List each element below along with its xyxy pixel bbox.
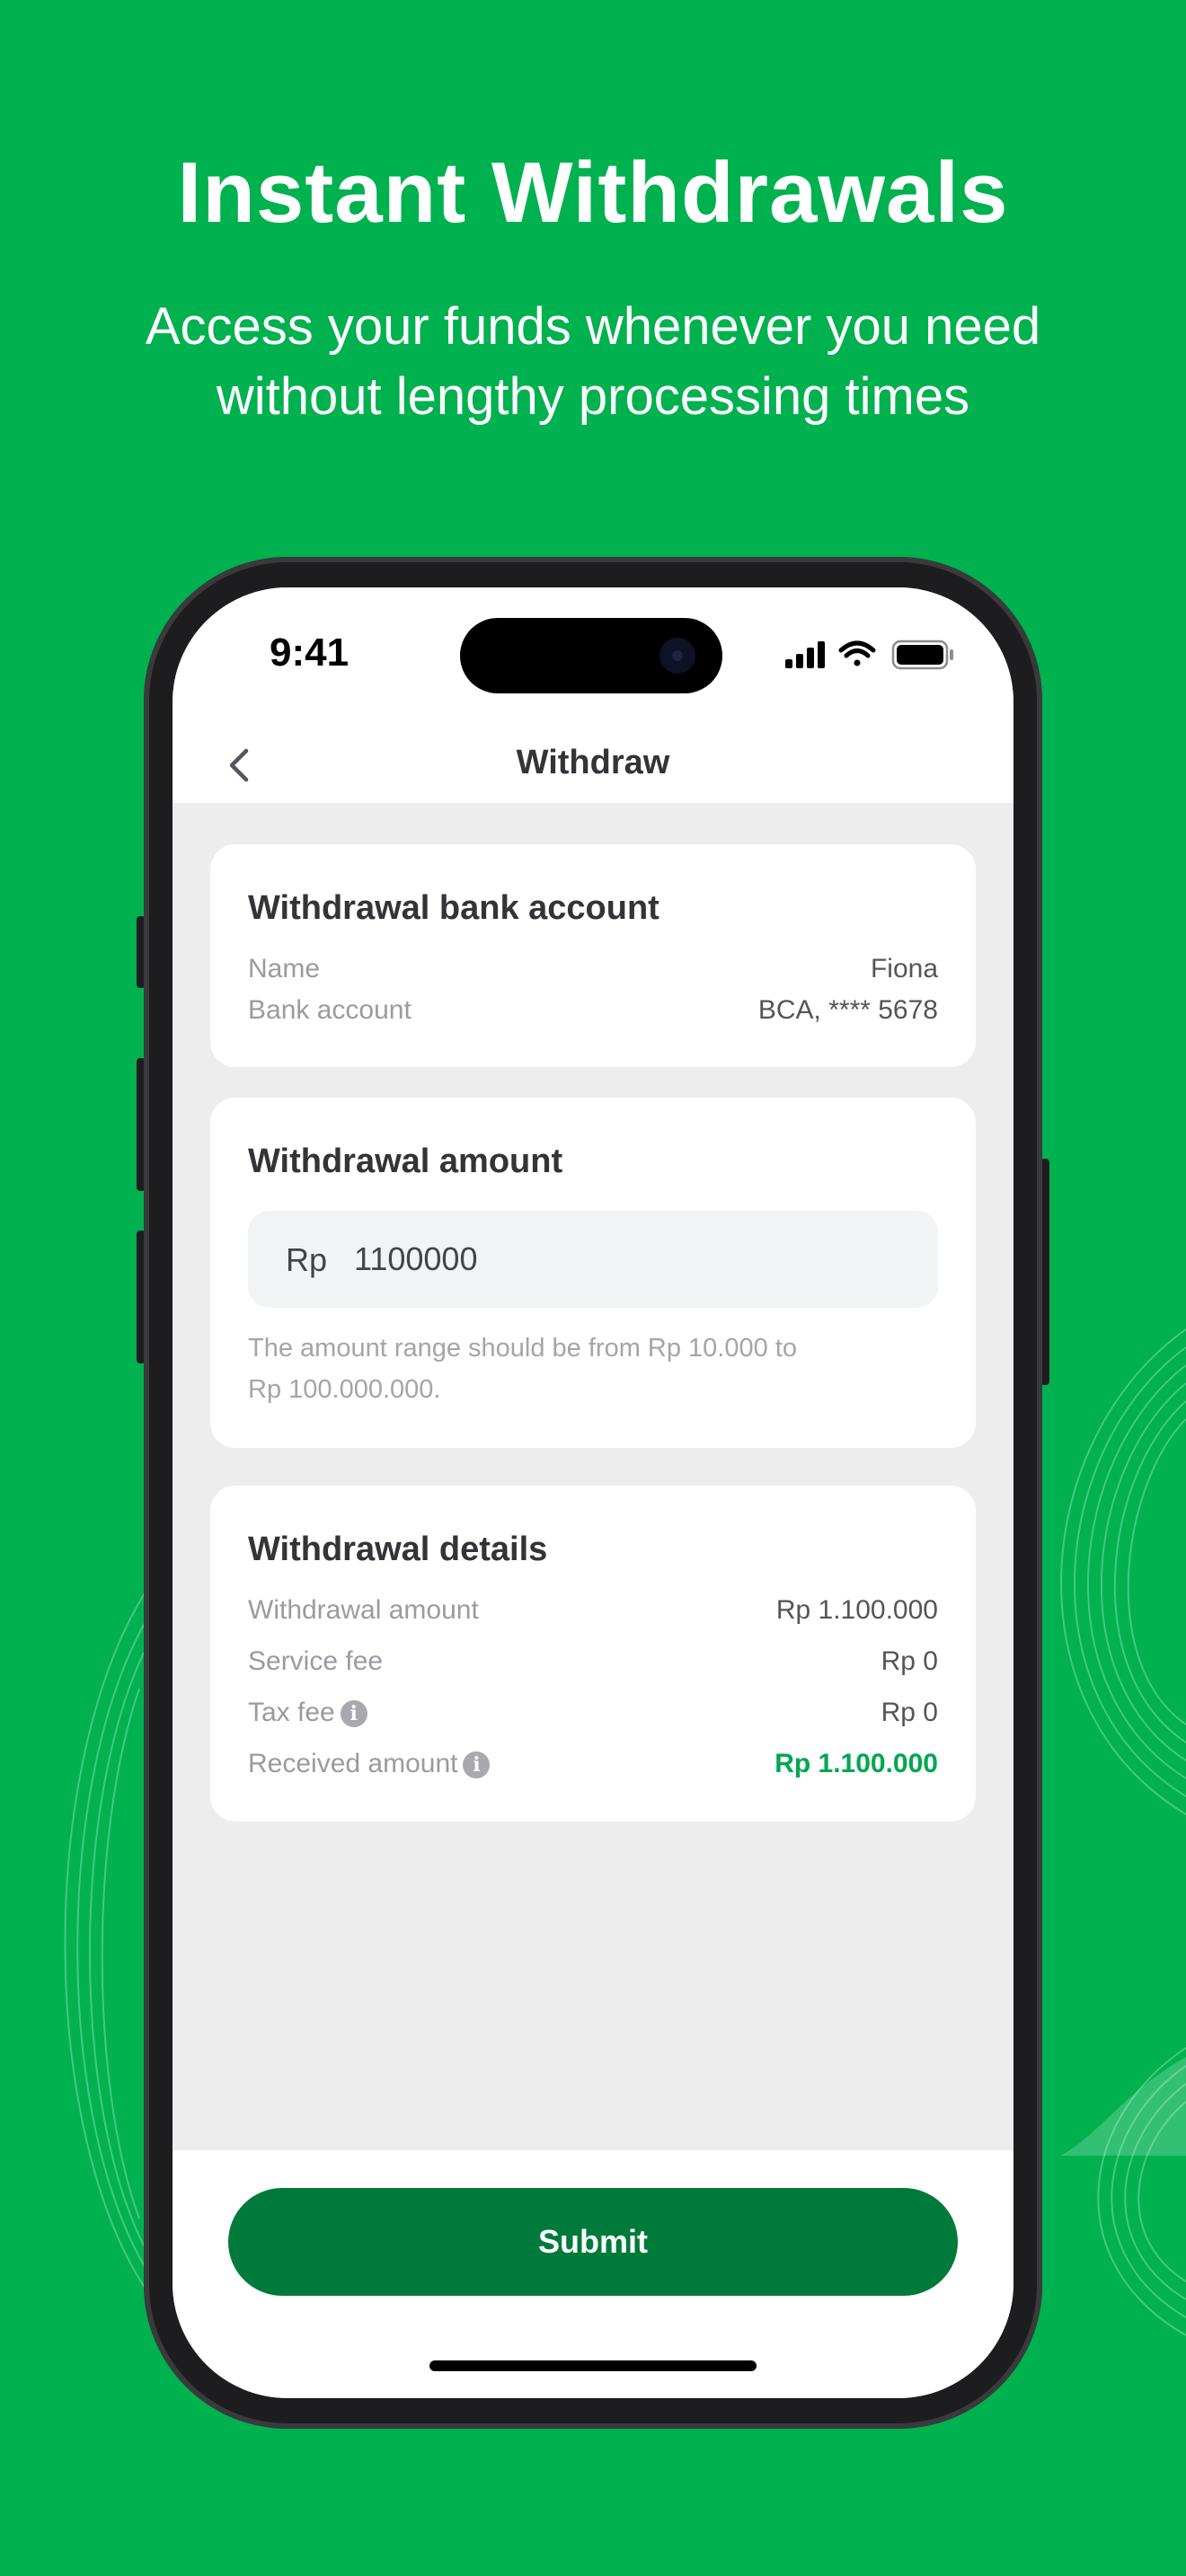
front-camera-icon bbox=[659, 638, 695, 674]
withdrawal-details-card-title: Withdrawal details bbox=[248, 1531, 548, 1568]
promo-subline-line-2: without lengthy processing times bbox=[216, 367, 970, 426]
home-indicator[interactable] bbox=[429, 2360, 757, 2371]
page-title: Withdraw bbox=[516, 744, 670, 781]
amount-field[interactable]: Rp bbox=[248, 1211, 938, 1308]
detail-value-received-amount: Rp 1.100.000 bbox=[774, 1749, 938, 1778]
amount-range-hint-line-1: The amount range should be from Rp 10.00… bbox=[248, 1334, 797, 1363]
detail-label-received-amount: Received amount bbox=[248, 1749, 458, 1778]
promo-subline-line-1: Access your funds whenever you need bbox=[145, 297, 1041, 356]
phone-screen: 9:41 Withdraw Withdrawal bank account Na… bbox=[173, 587, 1013, 2398]
bank-account-value: BCA, **** 5678 bbox=[757, 995, 938, 1025]
detail-label-withdrawal-amount: Withdrawal amount bbox=[248, 1595, 479, 1625]
currency-prefix: Rp bbox=[286, 1241, 328, 1278]
bank-account-card-title: Withdrawal bank account bbox=[248, 889, 659, 927]
amount-range-hint-line-2: Rp 100.000.000. bbox=[248, 1375, 441, 1404]
withdrawal-amount-card-title: Withdrawal amount bbox=[248, 1142, 563, 1180]
amount-input[interactable] bbox=[354, 1232, 893, 1286]
promo-subline: Access your funds whenever you need with… bbox=[99, 292, 1087, 432]
name-label: Name bbox=[248, 954, 321, 984]
status-icons bbox=[785, 640, 953, 670]
detail-value-tax-fee: Rp 0 bbox=[881, 1698, 938, 1727]
cellular-signal-icon bbox=[785, 641, 825, 668]
bank-account-label: Bank account bbox=[248, 995, 412, 1025]
tax-fee-info-icon[interactable]: i bbox=[340, 1700, 367, 1728]
name-value: Fiona bbox=[870, 954, 938, 984]
detail-label-tax-fee: Tax fee bbox=[248, 1698, 335, 1727]
status-bar: 9:41 bbox=[173, 587, 1013, 722]
submit-button[interactable]: Submit bbox=[228, 2188, 958, 2296]
bottom-action-bar: Submit bbox=[173, 2150, 1013, 2398]
wifi-icon bbox=[838, 640, 876, 666]
received-amount-info-icon[interactable]: i bbox=[463, 1751, 491, 1779]
withdrawal-details-card: Withdrawal details Withdrawal amount Rp … bbox=[210, 1486, 976, 1822]
detail-value-service-fee: Rp 0 bbox=[881, 1646, 938, 1676]
bank-account-card: Withdrawal bank account Name Fiona Bank … bbox=[210, 844, 976, 1067]
battery-icon bbox=[891, 640, 953, 670]
detail-row-tax-fee: Tax fee i bbox=[248, 1698, 367, 1728]
nav-bar: Withdraw bbox=[173, 722, 1013, 803]
promo-headline: Instant Withdrawals bbox=[177, 145, 1009, 241]
detail-label-service-fee: Service fee bbox=[248, 1646, 384, 1676]
detail-row-received-amount: Received amount i bbox=[248, 1749, 491, 1779]
withdrawal-amount-card: Withdrawal amount Rp The amount range sh… bbox=[210, 1098, 976, 1448]
status-time: 9:41 bbox=[270, 631, 350, 675]
detail-value-withdrawal-amount: Rp 1.100.000 bbox=[775, 1595, 938, 1625]
amount-range-hint: The amount range should be from Rp 10.00… bbox=[248, 1328, 931, 1410]
